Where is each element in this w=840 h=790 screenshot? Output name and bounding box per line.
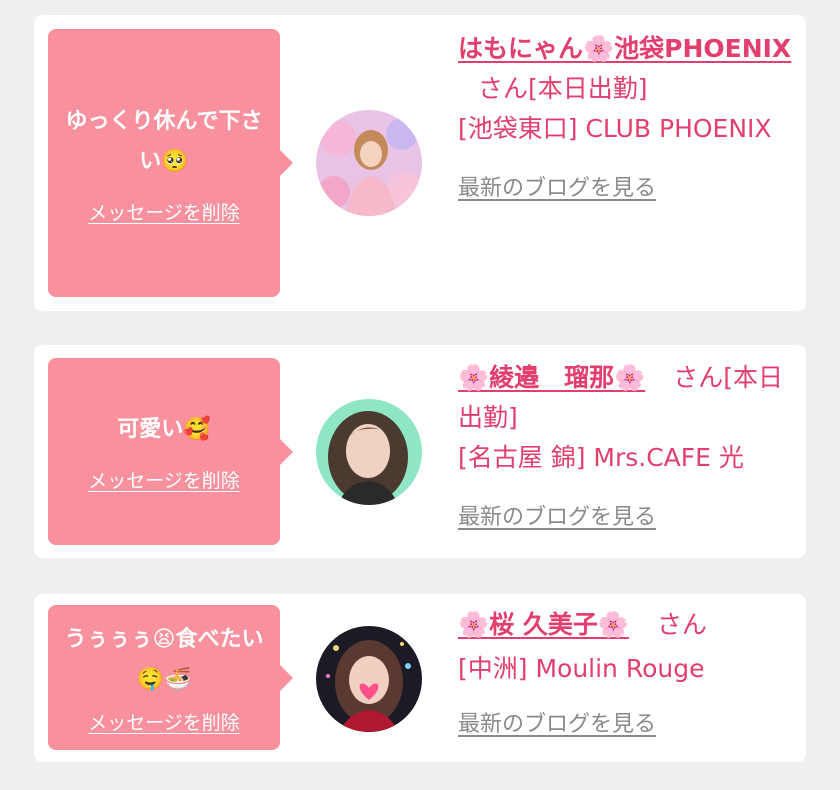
avatar[interactable] [316, 399, 422, 505]
delete-message-link[interactable]: メッセージを削除 [88, 466, 240, 493]
message-bubble: うぅぅぅ😫食べたい🤤🍜 メッセージを削除 [48, 605, 293, 750]
honorific: さん [478, 74, 529, 103]
latest-blog-link[interactable]: 最新のブログを見る [458, 705, 656, 745]
cast-name-link[interactable]: 🌸桜 久美子🌸 [458, 610, 629, 639]
message-bubble: 可愛い🥰 メッセージを削除 [48, 358, 293, 545]
avatar[interactable] [316, 626, 422, 732]
message-card: 可愛い🥰 メッセージを削除 🌸綾邉 瑠那🌸 さん[本日出勤] [名古屋 錦] M… [34, 345, 806, 558]
cast-info: 🌸桜 久美子🌸 さん [中洲] Moulin Rouge 最新のブログを見る [458, 605, 794, 745]
message-bubble: ゆっくり休んで下さい🥺 メッセージを削除 [48, 29, 293, 297]
avatar-image [316, 399, 422, 505]
honorific: さん [656, 610, 707, 639]
shop-name: [中洲] Moulin Rouge [458, 654, 705, 683]
latest-blog-link[interactable]: 最新のブログを見る [458, 169, 656, 209]
message-card: うぅぅぅ😫食べたい🤤🍜 メッセージを削除 🌸桜 久美子🌸 さん [中洲] Mou… [34, 594, 806, 762]
cast-name-line: はもにゃん🌸池袋PHOENIX さん[本日出勤] [458, 29, 794, 109]
message-text: 可愛い🥰 [117, 417, 211, 442]
delete-message-link[interactable]: メッセージを削除 [88, 198, 240, 225]
cast-name-link[interactable]: 🌸綾邉 瑠那🌸 [458, 363, 645, 392]
cast-name-link[interactable]: はもにゃん🌸池袋PHOENIX [458, 34, 791, 63]
shop-name: [名古屋 錦] Mrs.CAFE 光 [458, 443, 744, 472]
avatar-image [316, 110, 422, 216]
shop-name: [池袋東口] CLUB PHOENIX [458, 114, 772, 143]
message-text: ゆっくり休んで下さい🥺 [65, 108, 263, 174]
message-text: うぅぅぅ😫食べたい🤤🍜 [64, 627, 264, 692]
cast-name-line: 🌸桜 久美子🌸 さん [458, 605, 794, 645]
attendance-status: [本日出勤] [528, 74, 648, 103]
delete-message-link[interactable]: メッセージを削除 [88, 708, 240, 735]
cast-info: はもにゃん🌸池袋PHOENIX さん[本日出勤] [池袋東口] CLUB PHO… [458, 29, 794, 209]
honorific: さん [673, 363, 724, 392]
cast-info: 🌸綾邉 瑠那🌸 さん[本日出勤] [名古屋 錦] Mrs.CAFE 光 最新のブ… [458, 358, 794, 538]
latest-blog-link[interactable]: 最新のブログを見る [458, 498, 656, 538]
avatar[interactable] [316, 110, 422, 216]
cast-name-line: 🌸綾邉 瑠那🌸 さん[本日出勤] [458, 358, 794, 438]
avatar-image [316, 626, 422, 732]
message-card: ゆっくり休んで下さい🥺 メッセージを削除 はもにゃん🌸池袋PHOENIX さん[… [34, 15, 806, 311]
